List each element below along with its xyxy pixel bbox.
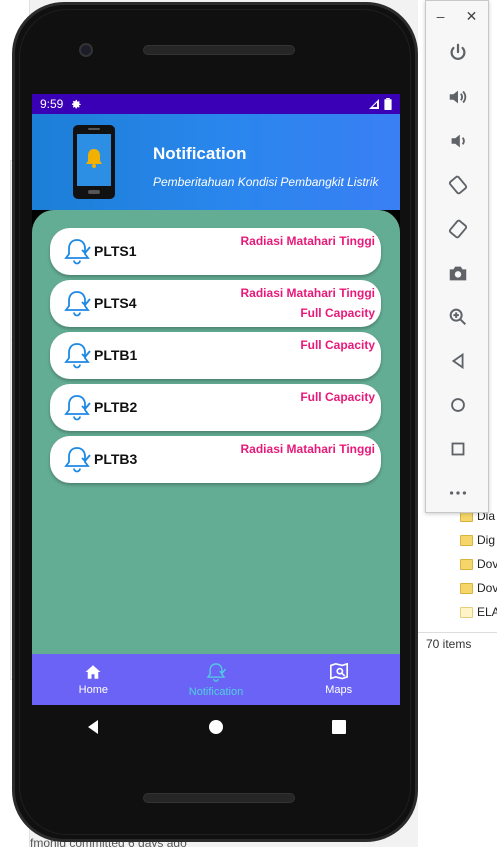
battery-icon	[384, 98, 392, 110]
notification-card[interactable]: PLTB3 Radiasi Matahari Tinggi	[50, 436, 381, 483]
earpiece-speaker	[143, 45, 295, 55]
plant-name: PLTB2	[94, 399, 138, 415]
back-icon[interactable]	[85, 719, 101, 735]
file-explorer-item[interactable]: Dig	[460, 530, 495, 550]
plant-name: PLTS4	[94, 295, 137, 311]
nav-home[interactable]: Home	[32, 654, 155, 705]
folder-icon	[460, 558, 473, 570]
bottom-speaker	[143, 793, 295, 803]
emulator-toolbar: – ✕	[425, 0, 489, 513]
notification-card[interactable]: PLTS1 Radiasi Matahari Tinggi	[50, 228, 381, 275]
back-triangle-icon	[451, 352, 464, 370]
status-alert: Radiasi Matahari Tinggi	[240, 442, 375, 456]
nav-label: Maps	[325, 684, 353, 696]
rotate-right-icon	[448, 219, 468, 239]
document-icon	[460, 606, 473, 618]
zoom-button[interactable]	[426, 295, 490, 339]
bell-check-icon	[206, 663, 227, 682]
nav-notification[interactable]: Notification	[155, 654, 278, 705]
file-explorer-item[interactable]: ELA	[460, 602, 497, 622]
front-camera	[79, 43, 93, 57]
bell-check-icon	[64, 447, 91, 473]
home-icon	[85, 665, 101, 679]
status-alert: Radiasi Matahari Tinggi	[240, 286, 375, 300]
back-button[interactable]	[426, 339, 490, 383]
rotate-right-button[interactable]	[426, 207, 490, 251]
nav-label: Home	[78, 684, 108, 696]
folder-icon	[460, 534, 473, 546]
screenshot-button[interactable]	[426, 251, 490, 295]
plant-name: PLTS1	[94, 243, 137, 259]
recents-square-icon[interactable]	[331, 719, 347, 735]
status-alert: Radiasi Matahari Tinggi	[240, 234, 375, 248]
nav-maps[interactable]: Maps	[277, 654, 400, 705]
volume-down-icon	[451, 134, 465, 148]
minimize-icon[interactable]: –	[437, 8, 445, 24]
power-button[interactable]	[426, 31, 490, 75]
page-title: Notification	[153, 144, 247, 163]
notification-card[interactable]: PLTB2 Full Capacity	[50, 384, 381, 431]
close-icon[interactable]: ✕	[466, 8, 478, 25]
system-navigation-bar	[32, 705, 400, 749]
home-circle-icon	[451, 398, 465, 412]
home-button[interactable]	[426, 383, 490, 427]
status-alert: Full Capacity	[300, 338, 375, 352]
status-bar: 9:59	[32, 94, 400, 114]
signal-icon	[369, 99, 379, 109]
bell-check-icon	[64, 239, 91, 265]
folder-icon	[460, 582, 473, 594]
notification-card[interactable]: PLTS4 Radiasi Matahari Tinggi Full Capac…	[50, 280, 381, 327]
status-alert: Full Capacity	[300, 390, 375, 404]
emulator-window-controls: – ✕	[426, 1, 488, 31]
page-subtitle: Pemberitahuan Kondisi Pembangkit Listrik	[153, 175, 379, 189]
file-explorer-status: 70 items	[418, 632, 497, 654]
overview-button[interactable]	[426, 427, 490, 471]
plant-name: PLTB3	[94, 451, 138, 467]
power-icon	[450, 43, 466, 60]
status-time: 9:59	[40, 97, 64, 111]
bell-check-icon	[64, 343, 91, 369]
bell-check-icon	[64, 395, 91, 421]
nav-label: Notification	[188, 686, 244, 698]
rotate-left-icon	[448, 175, 468, 195]
overview-square-icon	[451, 442, 465, 456]
map-search-icon	[329, 663, 348, 680]
zoom-icon	[449, 308, 467, 326]
volume-up-button[interactable]	[426, 75, 490, 119]
phone-bell-illustration-icon	[73, 125, 115, 199]
camera-icon	[449, 266, 467, 281]
status-indicators	[368, 98, 392, 110]
more-button[interactable]	[426, 471, 490, 515]
notification-list: PLTS1 Radiasi Matahari Tinggi PLTS4 Radi…	[32, 210, 400, 654]
more-dots-icon	[449, 491, 467, 495]
settings-gear-icon	[72, 99, 81, 109]
notification-header: Notification Pemberitahuan Kondisi Pemba…	[32, 114, 400, 210]
volume-up-icon	[449, 90, 467, 104]
rotate-left-button[interactable]	[426, 163, 490, 207]
bell-check-icon	[64, 291, 91, 317]
status-alert: Full Capacity	[300, 306, 375, 320]
file-explorer-item[interactable]: Dov	[460, 554, 497, 574]
file-explorer-item[interactable]: Dov	[460, 578, 497, 598]
plant-name: PLTB1	[94, 347, 138, 363]
notification-card[interactable]: PLTB1 Full Capacity	[50, 332, 381, 379]
bottom-navigation: Home Notification Maps	[32, 654, 400, 705]
phone-screen: 9:59 Notification Pemberitahuan Kondisi …	[32, 94, 400, 705]
volume-down-button[interactable]	[426, 119, 490, 163]
home-circle-icon[interactable]	[208, 719, 224, 735]
